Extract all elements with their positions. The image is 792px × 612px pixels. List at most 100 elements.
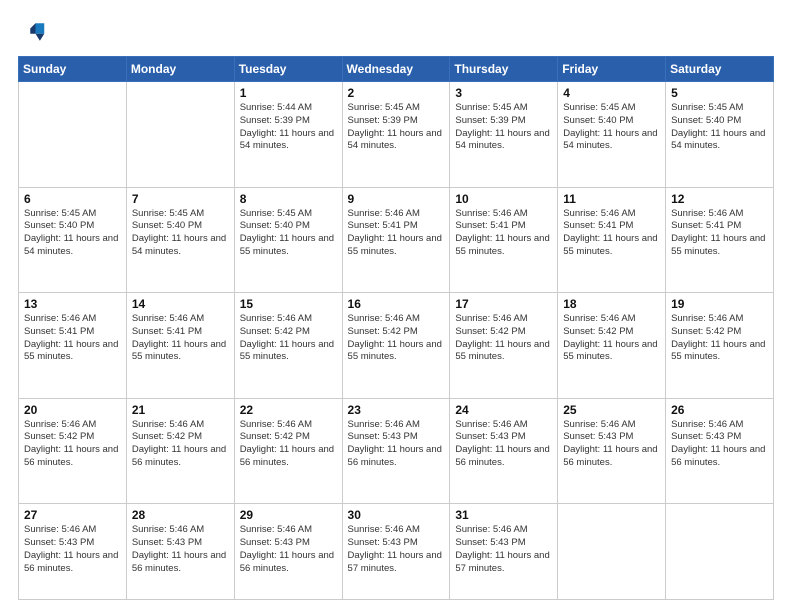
weekday-header-friday: Friday (558, 57, 666, 82)
calendar-cell: 28 Sunrise: 5:46 AM Sunset: 5:43 PM Dayli… (126, 504, 234, 600)
day-number: 8 (240, 192, 337, 206)
calendar-cell (666, 504, 774, 600)
day-info: Sunrise: 5:45 AM Sunset: 5:40 PM Dayligh… (671, 102, 768, 153)
day-info: Sunrise: 5:46 AM Sunset: 5:43 PM Dayligh… (348, 524, 445, 575)
calendar-cell: 30 Sunrise: 5:46 AM Sunset: 5:43 PM Dayli… (342, 504, 450, 600)
calendar-cell: 6Sunrise: 5:45 AM Sunset: 5:40 PM Daylig… (19, 187, 127, 293)
day-info: Sunrise: 5:46 AM Sunset: 5:43 PM Dayligh… (455, 524, 552, 575)
calendar-cell: 13Sunrise: 5:46 AM Sunset: 5:41 PM Dayli… (19, 293, 127, 399)
day-info: Sunrise: 5:45 AM Sunset: 5:40 PM Dayligh… (563, 102, 660, 153)
day-info: Sunrise: 5:46 AM Sunset: 5:42 PM Dayligh… (132, 419, 229, 470)
day-number: 25 (563, 403, 660, 417)
day-info: Sunrise: 5:45 AM Sunset: 5:39 PM Dayligh… (348, 102, 445, 153)
day-number: 20 (24, 403, 121, 417)
weekday-header-monday: Monday (126, 57, 234, 82)
calendar-week-1: 1 Sunrise: 5:44 AM Sunset: 5:39 PM Daylig… (19, 82, 774, 188)
calendar-cell (19, 82, 127, 188)
day-number: 6 (24, 192, 121, 206)
calendar-cell: 5 Sunrise: 5:45 AM Sunset: 5:40 PM Daylig… (666, 82, 774, 188)
day-info: Sunrise: 5:46 AM Sunset: 5:42 PM Dayligh… (24, 419, 121, 470)
day-number: 23 (348, 403, 445, 417)
page: SundayMondayTuesdayWednesdayThursdayFrid… (0, 0, 792, 612)
weekday-header-tuesday: Tuesday (234, 57, 342, 82)
day-info: Sunrise: 5:46 AM Sunset: 5:43 PM Dayligh… (563, 419, 660, 470)
calendar-cell: 26Sunrise: 5:46 AM Sunset: 5:43 PM Dayli… (666, 398, 774, 504)
day-number: 31 (455, 508, 552, 522)
day-info: Sunrise: 5:46 AM Sunset: 5:43 PM Dayligh… (671, 419, 768, 470)
day-number: 5 (671, 86, 768, 100)
calendar-cell: 31 Sunrise: 5:46 AM Sunset: 5:43 PM Dayli… (450, 504, 558, 600)
weekday-header-sunday: Sunday (19, 57, 127, 82)
day-info: Sunrise: 5:46 AM Sunset: 5:41 PM Dayligh… (455, 208, 552, 259)
calendar-cell (558, 504, 666, 600)
day-info: Sunrise: 5:46 AM Sunset: 5:41 PM Dayligh… (348, 208, 445, 259)
day-number: 3 (455, 86, 552, 100)
weekday-header-wednesday: Wednesday (342, 57, 450, 82)
calendar-cell: 19 Sunrise: 5:46 AM Sunset: 5:42 PM Dayli… (666, 293, 774, 399)
day-number: 7 (132, 192, 229, 206)
calendar-cell: 22Sunrise: 5:46 AM Sunset: 5:42 PM Dayli… (234, 398, 342, 504)
day-number: 1 (240, 86, 337, 100)
day-number: 30 (348, 508, 445, 522)
day-number: 19 (671, 297, 768, 311)
calendar-cell: 15Sunrise: 5:46 AM Sunset: 5:42 PM Dayli… (234, 293, 342, 399)
calendar-cell: 21Sunrise: 5:46 AM Sunset: 5:42 PM Dayli… (126, 398, 234, 504)
calendar-body: 1 Sunrise: 5:44 AM Sunset: 5:39 PM Daylig… (19, 82, 774, 600)
day-info: Sunrise: 5:46 AM Sunset: 5:43 PM Dayligh… (455, 419, 552, 470)
day-number: 4 (563, 86, 660, 100)
day-info: Sunrise: 5:46 AM Sunset: 5:41 PM Dayligh… (24, 313, 121, 364)
day-info: Sunrise: 5:45 AM Sunset: 5:40 PM Dayligh… (240, 208, 337, 259)
day-info: Sunrise: 5:46 AM Sunset: 5:42 PM Dayligh… (240, 313, 337, 364)
day-info: Sunrise: 5:46 AM Sunset: 5:41 PM Dayligh… (671, 208, 768, 259)
day-number: 24 (455, 403, 552, 417)
day-number: 11 (563, 192, 660, 206)
calendar-cell: 14Sunrise: 5:46 AM Sunset: 5:41 PM Dayli… (126, 293, 234, 399)
calendar-cell: 18 Sunrise: 5:46 AM Sunset: 5:42 PM Dayli… (558, 293, 666, 399)
calendar-cell: 10 Sunrise: 5:46 AM Sunset: 5:41 PM Dayli… (450, 187, 558, 293)
calendar-week-4: 20 Sunrise: 5:46 AM Sunset: 5:42 PM Dayli… (19, 398, 774, 504)
calendar-cell: 2Sunrise: 5:45 AM Sunset: 5:39 PM Daylig… (342, 82, 450, 188)
day-info: Sunrise: 5:45 AM Sunset: 5:39 PM Dayligh… (455, 102, 552, 153)
day-number: 18 (563, 297, 660, 311)
day-info: Sunrise: 5:46 AM Sunset: 5:42 PM Dayligh… (671, 313, 768, 364)
day-info: Sunrise: 5:46 AM Sunset: 5:43 PM Dayligh… (240, 524, 337, 575)
calendar-week-5: 27 Sunrise: 5:46 AM Sunset: 5:43 PM Dayli… (19, 504, 774, 600)
day-info: Sunrise: 5:46 AM Sunset: 5:42 PM Dayligh… (455, 313, 552, 364)
day-number: 9 (348, 192, 445, 206)
calendar-cell: 24 Sunrise: 5:46 AM Sunset: 5:43 PM Dayli… (450, 398, 558, 504)
logo-icon (18, 18, 46, 46)
day-number: 22 (240, 403, 337, 417)
calendar-week-3: 13Sunrise: 5:46 AM Sunset: 5:41 PM Dayli… (19, 293, 774, 399)
day-number: 12 (671, 192, 768, 206)
weekday-header-thursday: Thursday (450, 57, 558, 82)
calendar-cell: 3 Sunrise: 5:45 AM Sunset: 5:39 PM Daylig… (450, 82, 558, 188)
calendar-cell: 16 Sunrise: 5:46 AM Sunset: 5:42 PM Dayli… (342, 293, 450, 399)
day-number: 10 (455, 192, 552, 206)
calendar-cell: 17 Sunrise: 5:46 AM Sunset: 5:42 PM Dayli… (450, 293, 558, 399)
calendar-cell (126, 82, 234, 188)
weekday-header-saturday: Saturday (666, 57, 774, 82)
calendar-header-row: SundayMondayTuesdayWednesdayThursdayFrid… (19, 57, 774, 82)
calendar-cell: 1 Sunrise: 5:44 AM Sunset: 5:39 PM Daylig… (234, 82, 342, 188)
day-number: 16 (348, 297, 445, 311)
calendar-cell: 11 Sunrise: 5:46 AM Sunset: 5:41 PM Dayli… (558, 187, 666, 293)
calendar-cell: 9 Sunrise: 5:46 AM Sunset: 5:41 PM Daylig… (342, 187, 450, 293)
day-number: 17 (455, 297, 552, 311)
calendar-cell: 23 Sunrise: 5:46 AM Sunset: 5:43 PM Dayli… (342, 398, 450, 504)
calendar-cell: 25 Sunrise: 5:46 AM Sunset: 5:43 PM Dayli… (558, 398, 666, 504)
day-number: 27 (24, 508, 121, 522)
day-number: 28 (132, 508, 229, 522)
day-info: Sunrise: 5:46 AM Sunset: 5:41 PM Dayligh… (563, 208, 660, 259)
day-info: Sunrise: 5:46 AM Sunset: 5:42 PM Dayligh… (563, 313, 660, 364)
day-info: Sunrise: 5:46 AM Sunset: 5:43 PM Dayligh… (132, 524, 229, 575)
calendar-week-2: 6 Sunrise: 5:45 AM Sunset: 5:40 PM Daylig… (19, 187, 774, 293)
calendar-cell: 7Sunrise: 5:45 AM Sunset: 5:40 PM Daylig… (126, 187, 234, 293)
day-info: Sunrise: 5:46 AM Sunset: 5:42 PM Dayligh… (348, 313, 445, 364)
day-info: Sunrise: 5:46 AM Sunset: 5:43 PM Dayligh… (24, 524, 121, 575)
day-number: 29 (240, 508, 337, 522)
calendar-cell: 20 Sunrise: 5:46 AM Sunset: 5:42 PM Dayli… (19, 398, 127, 504)
calendar: SundayMondayTuesdayWednesdayThursdayFrid… (18, 56, 774, 600)
day-info: Sunrise: 5:46 AM Sunset: 5:43 PM Dayligh… (348, 419, 445, 470)
day-info: Sunrise: 5:44 AM Sunset: 5:39 PM Dayligh… (240, 102, 337, 153)
day-number: 14 (132, 297, 229, 311)
